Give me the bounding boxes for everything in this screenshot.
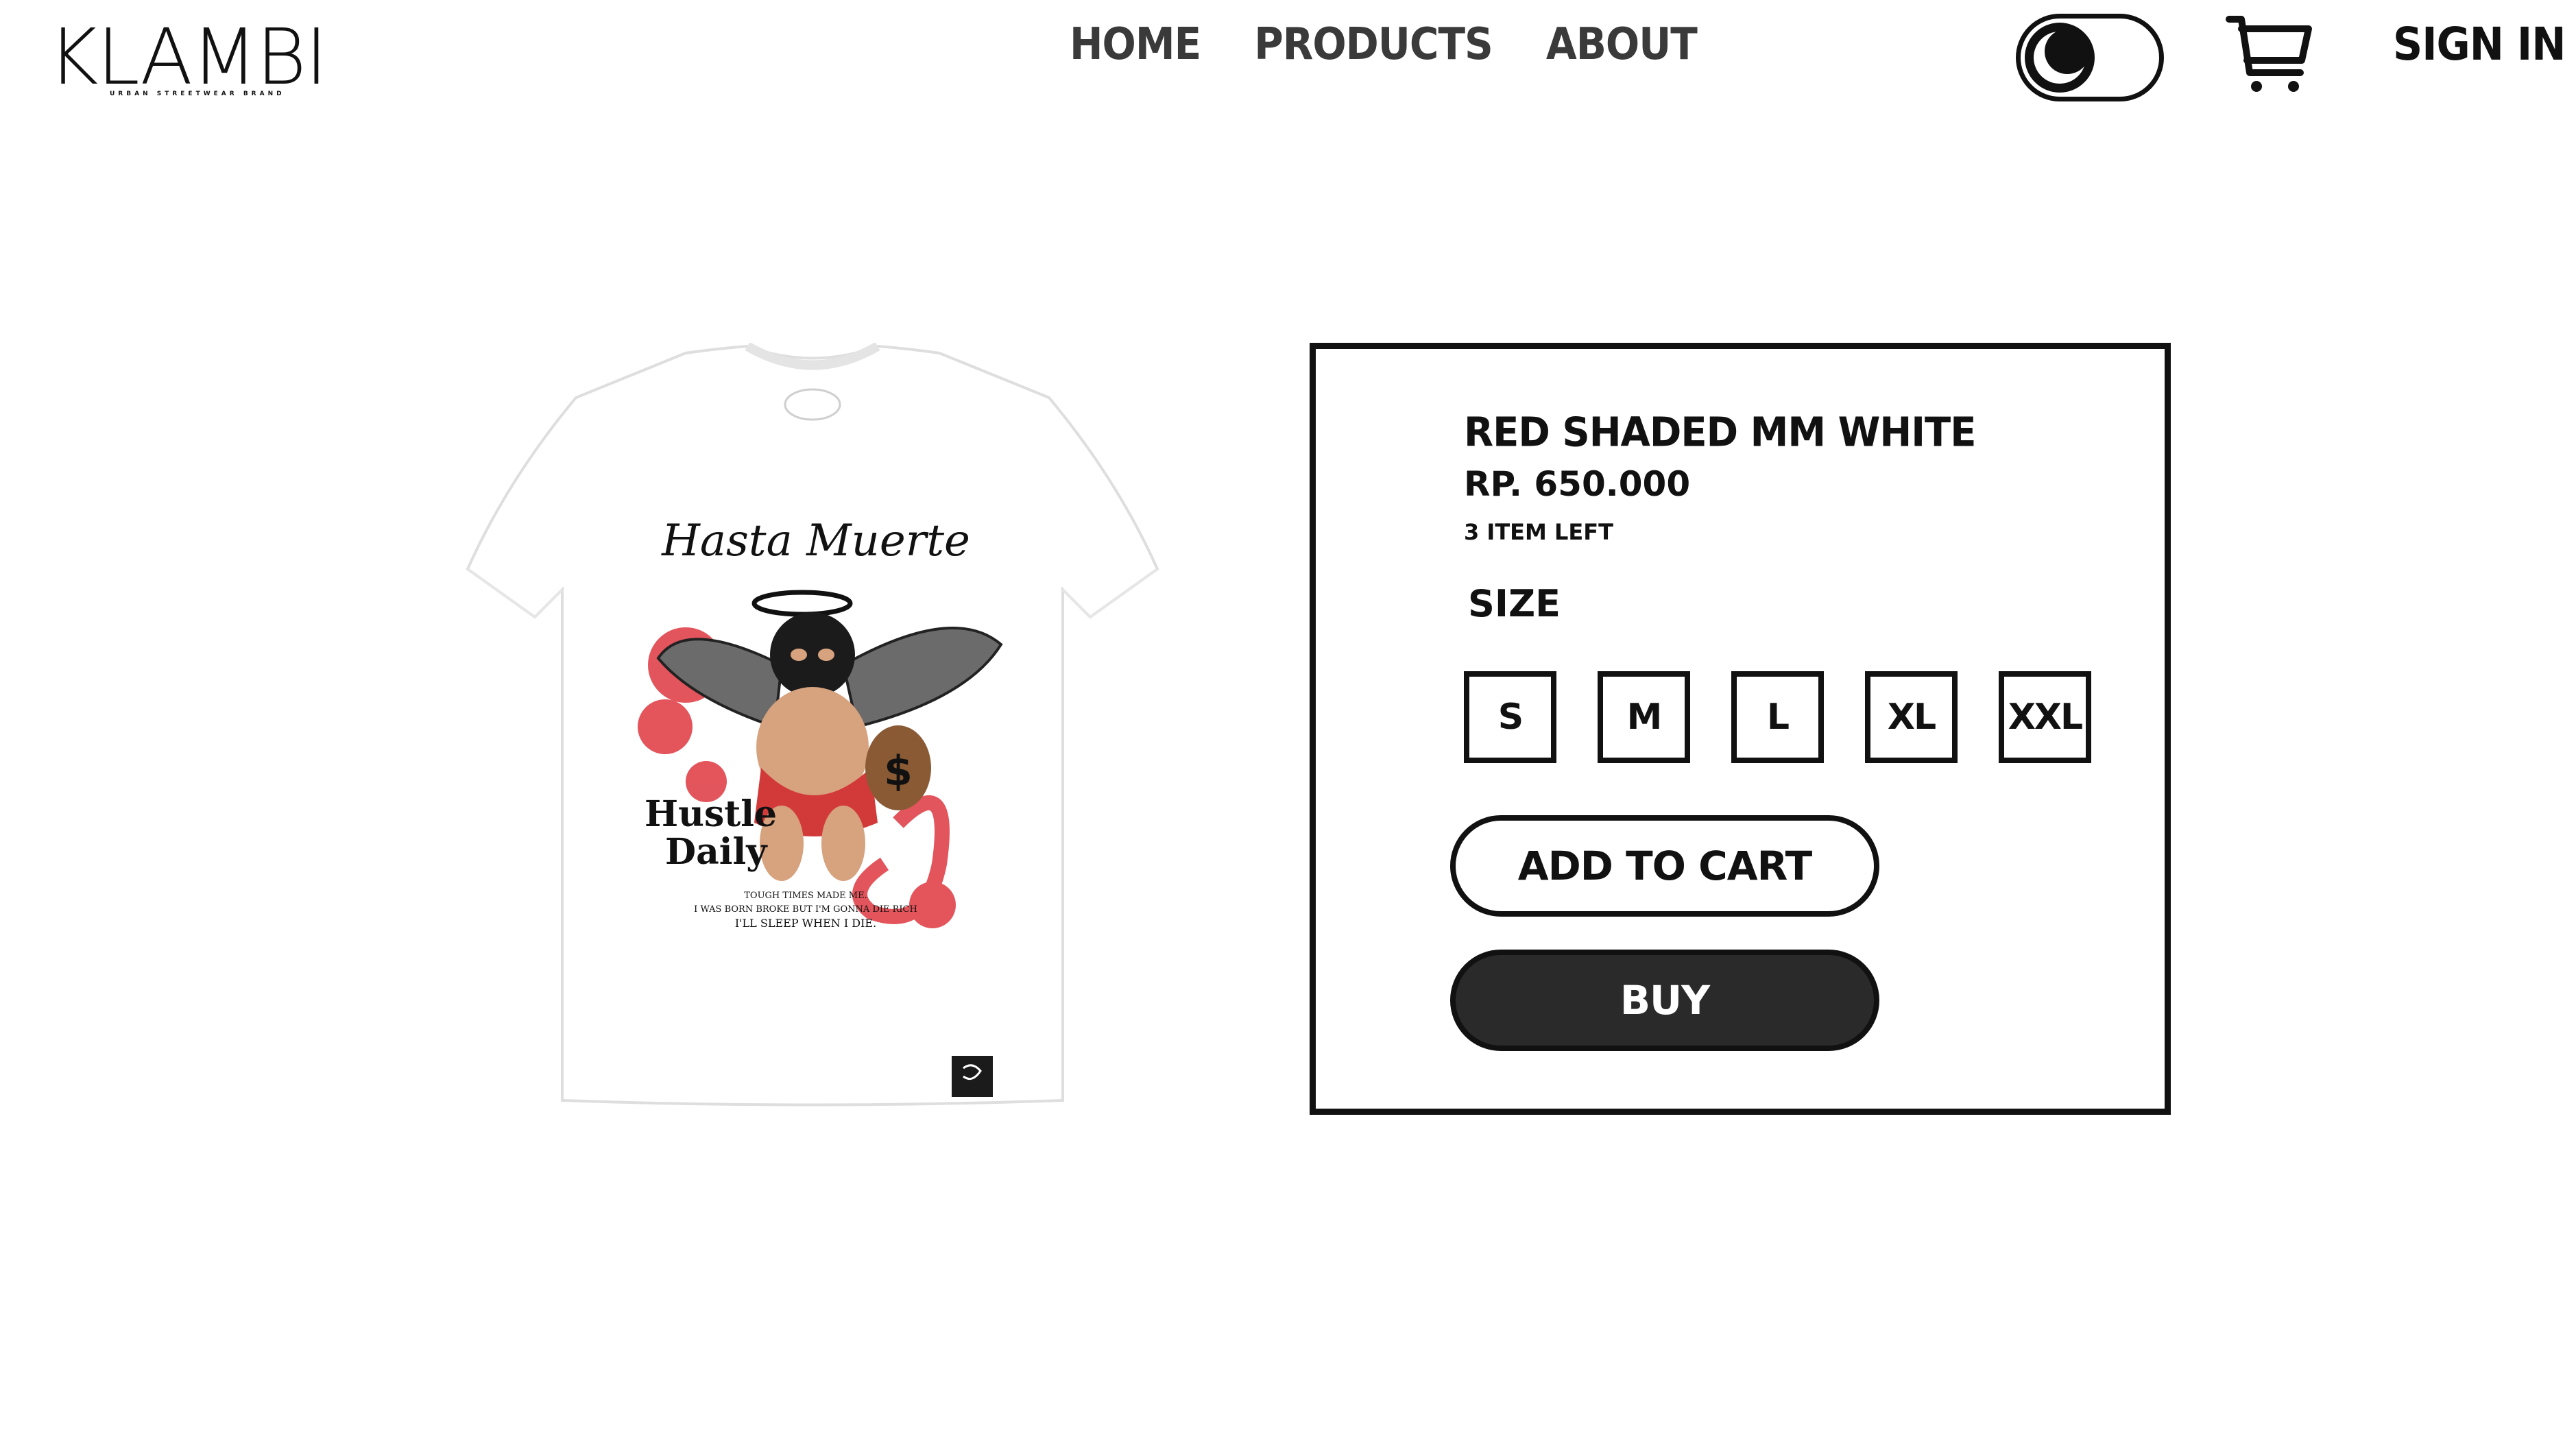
size-option-l[interactable]: L [1731, 671, 1824, 763]
nav-home[interactable]: HOME [1070, 19, 1201, 70]
nav-products[interactable]: PRODUCTS [1254, 19, 1493, 70]
print-line-1: TOUGH TIMES MADE ME. [744, 891, 867, 901]
logo-wordmark: KLAMBI [48, 13, 328, 102]
theme-toggle[interactable] [2016, 14, 2164, 101]
print-line-3: I'LL SLEEP WHEN I DIE. [735, 917, 876, 930]
size-option-m[interactable]: M [1598, 671, 1690, 763]
buy-button[interactable]: BUY [1450, 950, 1879, 1051]
print-title: Hasta Muerte [661, 516, 970, 566]
toggle-knob [2025, 23, 2095, 93]
product-price: RP. 650.000 [1464, 464, 1691, 504]
nav-about[interactable]: ABOUT [1546, 19, 1698, 70]
svg-text:$: $ [884, 747, 913, 795]
cart-button[interactable] [2225, 12, 2314, 95]
product-page: KLAMBI URBAN STREETWEAR BRAND HOME PRODU… [0, 0, 2576, 1448]
product-image: Hasta Muerte $ Hustle Daily TOUGH TIMES … [459, 341, 1166, 1118]
size-selector: S M L XL XXL [1464, 671, 2091, 763]
cart-icon [2226, 16, 2312, 92]
print-subtitle-1: Hustle [645, 793, 777, 835]
size-label: SIZE [1468, 582, 1561, 625]
size-option-s[interactable]: S [1464, 671, 1556, 763]
product-details-card: RED SHADED MM WHITE RP. 650.000 3 ITEM L… [1310, 343, 2171, 1115]
main-nav: HOME PRODUCTS ABOUT [1070, 19, 1698, 70]
size-option-xxl[interactable]: XXL [1999, 671, 2091, 763]
print-line-2: I WAS BORN BROKE BUT I'M GONNA DIE RICH [694, 904, 917, 915]
sign-in-link[interactable]: SIGN IN [2393, 19, 2566, 71]
moon-icon [2034, 29, 2090, 84]
logo[interactable]: KLAMBI URBAN STREETWEAR BRAND [48, 19, 328, 101]
print-subtitle-2: Daily [665, 831, 768, 873]
size-option-xl[interactable]: XL [1865, 671, 1958, 763]
logo-tagline: URBAN STREETWEAR BRAND [110, 90, 285, 97]
tshirt-image: Hasta Muerte $ Hustle Daily TOUGH TIMES … [466, 341, 1159, 1107]
stock-count: 3 ITEM LEFT [1464, 519, 1613, 545]
product-name: RED SHADED MM WHITE [1464, 409, 1976, 457]
add-to-cart-button[interactable]: ADD TO CART [1450, 815, 1879, 917]
